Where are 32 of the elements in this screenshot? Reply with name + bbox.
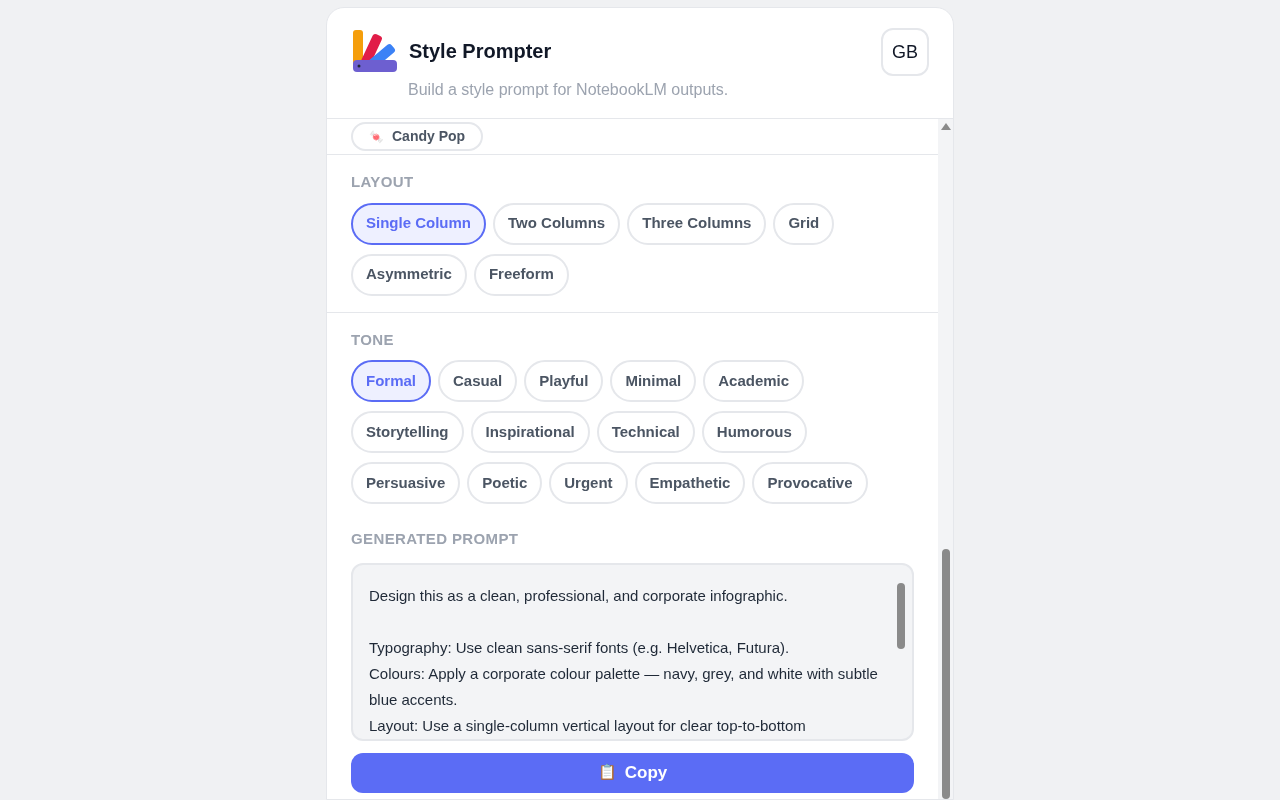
option-chip[interactable]: Playful	[524, 360, 604, 402]
app-subtitle: Build a style prompt for NotebookLM outputs.	[408, 80, 729, 100]
option-chip[interactable]: Urgent	[549, 462, 628, 504]
option-chip[interactable]: Empathetic	[634, 462, 746, 504]
style-chip[interactable]: 🍬 Candy Pop	[351, 122, 484, 151]
section-heading: LAYOUT	[351, 172, 415, 192]
section-heading: TONE	[351, 329, 395, 350]
option-chip[interactable]: Poetic	[467, 462, 543, 504]
scrollbar[interactable]	[938, 119, 953, 799]
option-chip[interactable]: Academic	[703, 360, 805, 402]
section-heading: GENERATED PROMPT	[351, 529, 520, 549]
option-chip[interactable]: Two Columns	[493, 202, 621, 245]
copy-button[interactable]: 📋 Copy	[351, 752, 914, 793]
option-chip[interactable]: Casual	[438, 360, 518, 402]
app-title: Style Prompter	[409, 39, 552, 64]
option-chip[interactable]: Single Column	[351, 202, 486, 245]
option-chip[interactable]: Grid	[773, 202, 835, 245]
option-chip[interactable]: Persuasive	[351, 462, 461, 504]
option-chip[interactable]: Freeform	[473, 253, 569, 296]
option-chip[interactable]: Three Columns	[627, 202, 767, 245]
option-chip[interactable]: Inspirational	[470, 411, 590, 453]
option-chip[interactable]: Storytelling	[351, 411, 464, 453]
option-chip[interactable]: Provocative	[752, 462, 868, 504]
option-chip[interactable]: Technical	[596, 411, 695, 453]
option-chip[interactable]: Formal	[351, 360, 431, 402]
scrollbar-thumb[interactable]	[897, 582, 905, 649]
language-button[interactable]: GB	[881, 28, 929, 76]
option-chip[interactable]: Asymmetric	[351, 253, 467, 296]
option-chip[interactable]: Minimal	[610, 360, 697, 402]
prompt-textarea[interactable]: Design this as a clean, professional, and corporate infographic. Typography: Use clean sans-serif fonts (e.g. Helvetica, Futura). Colours: Apply a corporate colour palette — navy, grey, and white with subtle blue accents. Layout: Use a single-column vertical layout for clear top-to-bottom	[351, 562, 914, 741]
option-chip[interactable]: Humorous	[701, 411, 807, 453]
color-swatch-fan-icon	[351, 28, 397, 74]
